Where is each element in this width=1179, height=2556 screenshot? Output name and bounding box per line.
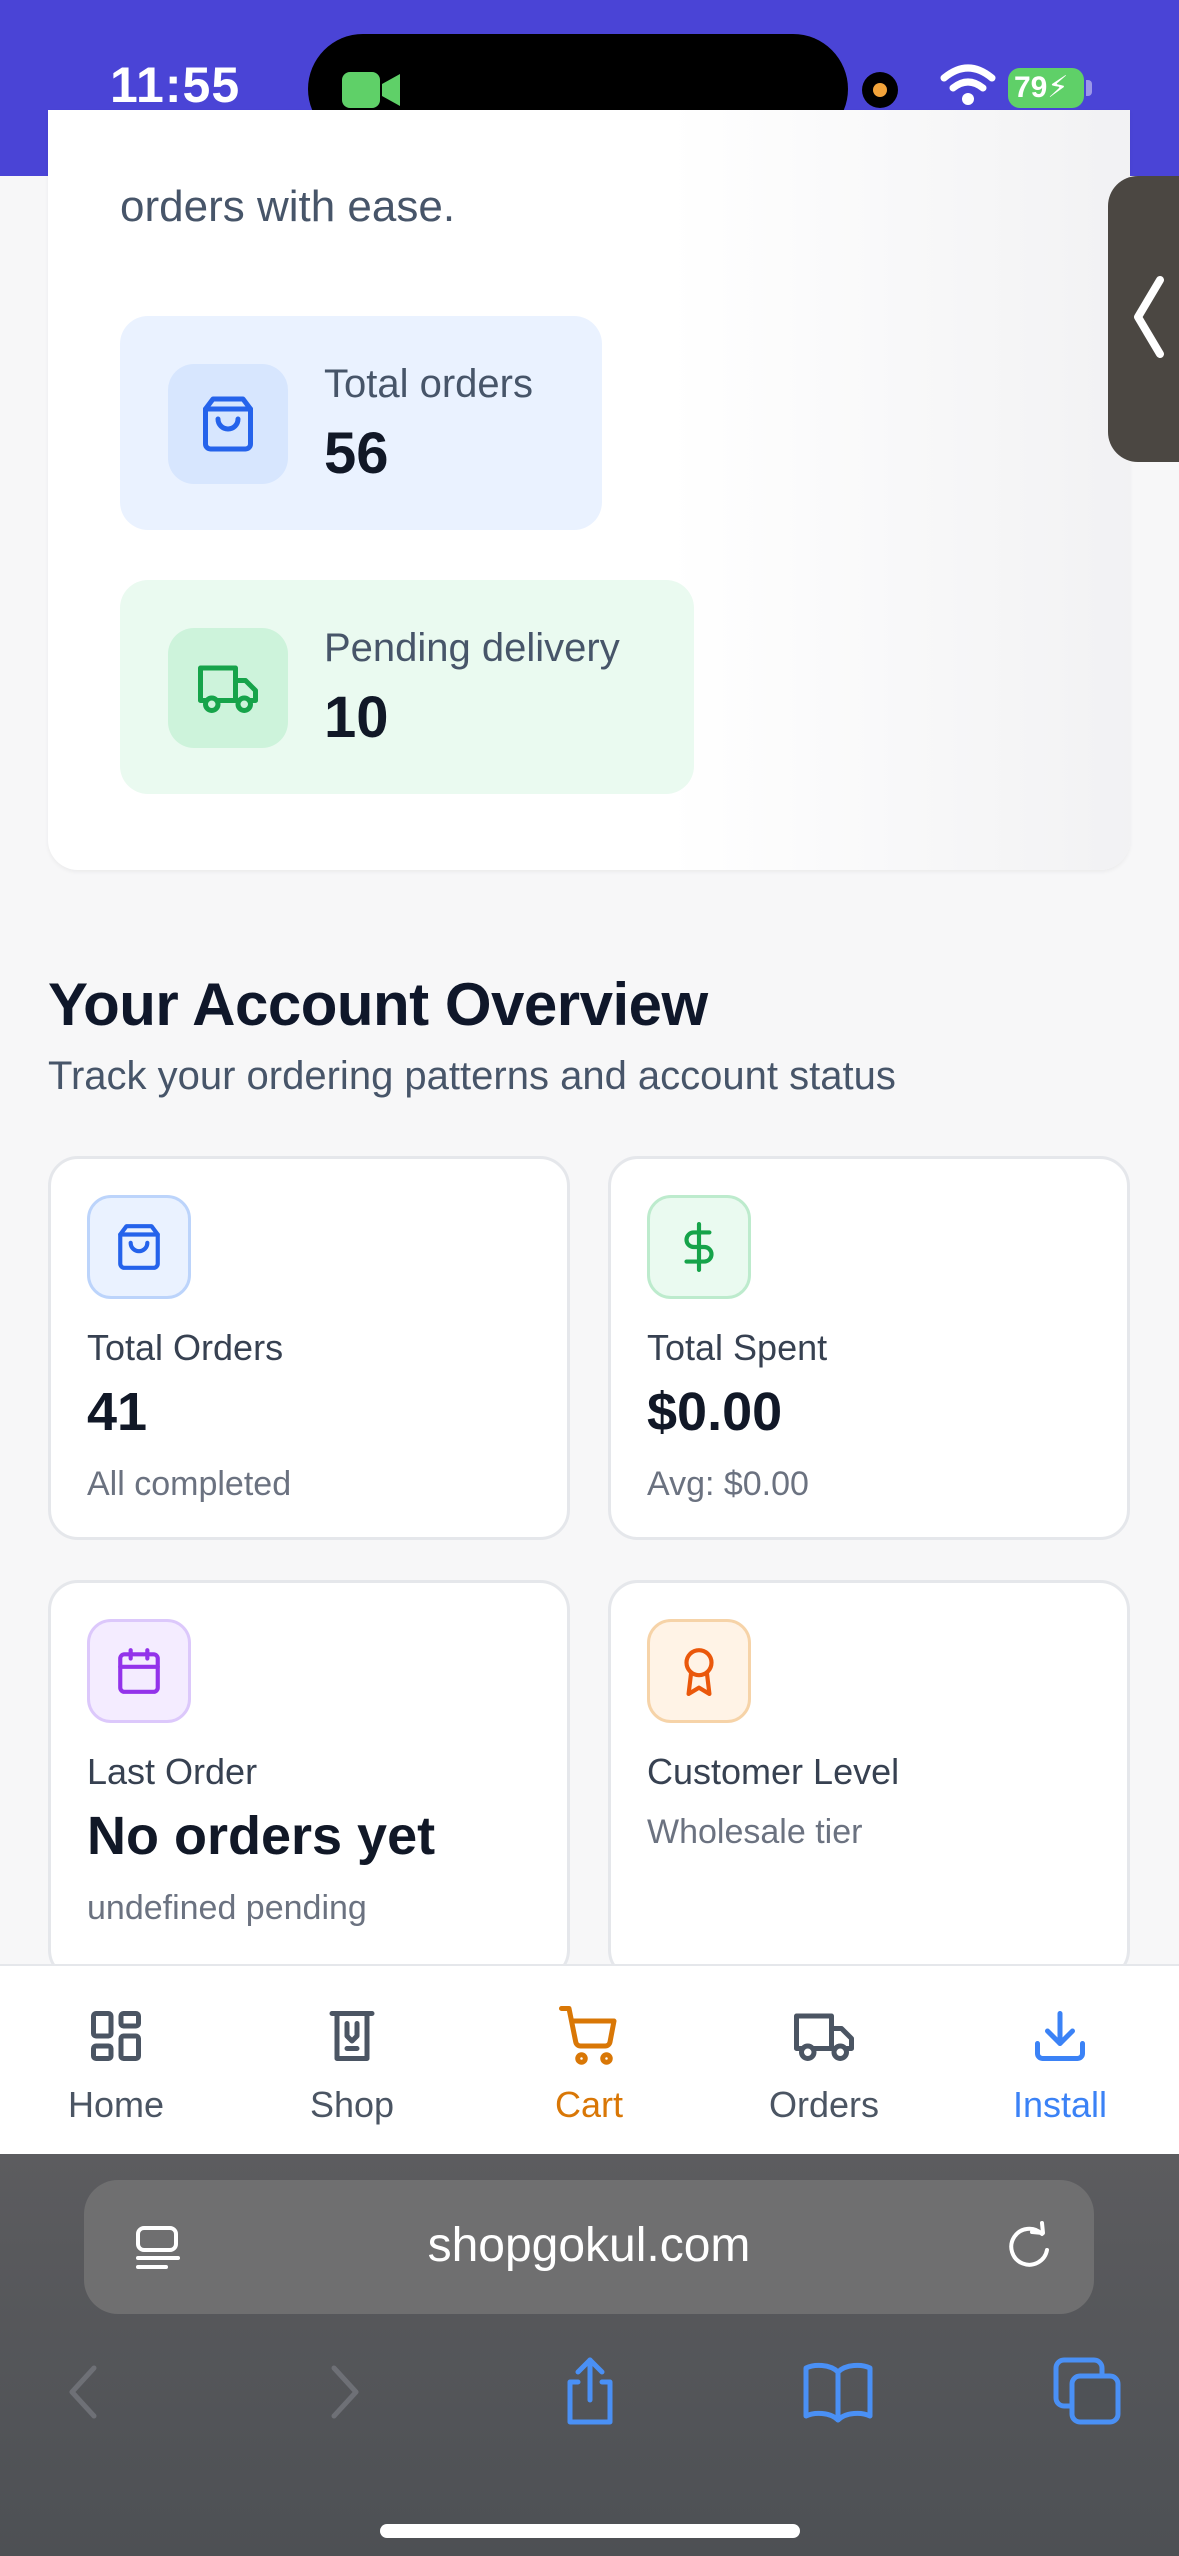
battery-level: 79 <box>1014 71 1048 104</box>
card-label: Last Order <box>87 1751 258 1792</box>
tab-cart[interactable]: Cart <box>489 1966 689 2156</box>
tab-install[interactable]: Install <box>960 1966 1160 2156</box>
tab-label: Cart <box>554 2084 623 2125</box>
home-indicator[interactable] <box>380 2524 800 2538</box>
tab-home[interactable]: Home <box>16 1966 216 2156</box>
card-note: All completed <box>87 1465 292 1503</box>
stat-total-orders: Total orders 56 <box>120 316 602 530</box>
stat-label: Total orders <box>324 362 533 406</box>
stat-value: 56 <box>324 421 389 486</box>
card-label: Total Orders <box>87 1327 284 1368</box>
wifi-icon <box>940 64 996 105</box>
forward-icon[interactable] <box>304 2354 380 2430</box>
tab-orders[interactable]: Orders <box>724 1966 924 2156</box>
stat-label: Pending delivery <box>324 626 620 670</box>
battery-charging-icon: 79⚡ <box>1008 68 1084 108</box>
card-note: Wholesale tier <box>647 1813 863 1851</box>
bookmarks-icon[interactable] <box>800 2354 876 2430</box>
cart-icon <box>559 2006 617 2065</box>
facetime-camera-icon <box>342 72 400 108</box>
download-icon <box>1035 2011 1085 2061</box>
reload-icon[interactable] <box>1002 2220 1056 2274</box>
tab-label: Orders <box>768 2084 880 2125</box>
card-label: Total Spent <box>647 1327 828 1368</box>
card-last-order: Last Order No orders yet undefined pendi… <box>48 1580 570 1980</box>
truck-icon <box>794 2013 854 2061</box>
status-time: 11:55 <box>110 57 241 113</box>
calendar-icon <box>87 1619 191 1723</box>
card-value: 41 <box>87 1382 148 1442</box>
truck-icon <box>168 628 288 748</box>
grid-icon <box>91 2011 141 2061</box>
side-drawer-handle[interactable] <box>1108 176 1179 462</box>
tabs-icon[interactable] <box>1050 2354 1126 2430</box>
camera-indicator-dot <box>862 72 898 108</box>
stat-pending-delivery: Pending delivery 10 <box>120 580 694 794</box>
card-label: Customer Level <box>647 1751 900 1792</box>
share-icon[interactable] <box>552 2354 628 2430</box>
store-icon <box>329 2011 375 2061</box>
hero-card: orders with ease. Total orders 56 Pendin… <box>48 110 1130 870</box>
tab-label: Home <box>67 2084 165 2125</box>
tab-label: Install <box>1012 2084 1108 2125</box>
shopping-bag-icon <box>168 364 288 484</box>
bottom-tab-bar: Home Shop Cart Orders Install <box>0 1964 1179 2154</box>
address-bar[interactable]: shopgokul.com <box>84 2180 1094 2314</box>
card-value: $0.00 <box>647 1382 783 1442</box>
hero-text: orders with ease. <box>120 182 456 231</box>
card-note: undefined pending <box>87 1889 367 1927</box>
award-icon <box>647 1619 751 1723</box>
url-text: shopgokul.com <box>427 2219 751 2272</box>
browser-toolbar: shopgokul.com <box>0 2154 1179 2556</box>
chevron-left-icon <box>1134 276 1164 358</box>
shopping-bag-icon <box>87 1195 191 1299</box>
stat-value: 10 <box>324 685 389 750</box>
tab-shop[interactable]: Shop <box>252 1966 452 2156</box>
battery-tip <box>1086 80 1092 96</box>
section-title: Your Account Overview <box>48 971 708 1038</box>
dollar-icon <box>647 1195 751 1299</box>
card-total-orders: Total Orders 41 All completed <box>48 1156 570 1540</box>
card-value: No orders yet <box>87 1806 436 1866</box>
card-note: Avg: $0.00 <box>647 1465 809 1503</box>
tab-label: Shop <box>309 2084 395 2125</box>
card-customer-level: Customer Level Wholesale tier <box>608 1580 1130 1980</box>
section-subtitle: Track your ordering patterns and account… <box>48 1054 896 1098</box>
back-icon[interactable] <box>48 2354 124 2430</box>
card-total-spent: Total Spent $0.00 Avg: $0.00 <box>608 1156 1130 1540</box>
